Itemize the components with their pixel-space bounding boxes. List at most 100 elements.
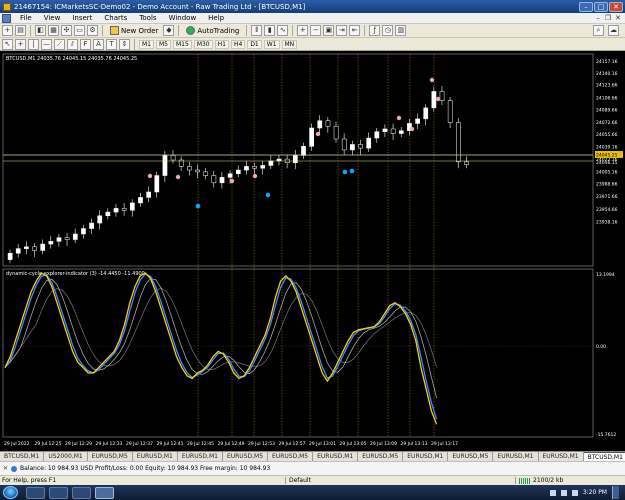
- arrows-icon[interactable]: ⇕: [119, 38, 130, 50]
- autotrading-button[interactable]: AutoTrading: [183, 26, 242, 35]
- timeframe-m15[interactable]: M15: [173, 39, 192, 49]
- tab-chart-13[interactable]: EURUSD,M1: [538, 452, 584, 461]
- text-icon[interactable]: A: [93, 38, 104, 50]
- new-order-button[interactable]: New Order: [107, 26, 161, 35]
- menu-help[interactable]: Help: [202, 14, 230, 22]
- price-tick-label: 24055.66: [596, 132, 618, 138]
- new-chart-icon[interactable]: +: [2, 25, 13, 36]
- tab-chart-2[interactable]: US2000,M1: [44, 452, 88, 461]
- chart-canvas[interactable]: 24157.16 24140.16 24123.66 24106.66 24089.66…: [0, 51, 625, 451]
- sell-signal-dot: [409, 126, 415, 132]
- close-button[interactable]: ✕: [609, 1, 623, 12]
- tab-chart-8[interactable]: EURUSD,M1: [313, 452, 359, 461]
- zoom-out-icon[interactable]: −: [310, 25, 322, 36]
- tab-chart-1[interactable]: BTCUSD,M1: [0, 452, 45, 461]
- mdi-minimize-button[interactable]: –: [594, 14, 602, 22]
- timeframe-m5[interactable]: M5: [156, 39, 171, 49]
- timeframe-m1[interactable]: M1: [139, 39, 154, 49]
- search-icon[interactable]: ⌕: [593, 25, 604, 36]
- market-watch-icon[interactable]: ◧: [35, 25, 46, 36]
- channel-icon[interactable]: ⫽: [67, 38, 78, 50]
- timeframe-w1[interactable]: W1: [263, 39, 280, 49]
- taskbar-app-browser[interactable]: [49, 486, 68, 499]
- status-bar: For Help, press F1 Default 2100/2 kb: [0, 475, 625, 485]
- navigator-icon[interactable]: ✣: [61, 25, 72, 36]
- indicators-icon[interactable]: ƒ: [369, 25, 381, 36]
- mdi-close-button[interactable]: ✕: [614, 14, 622, 22]
- menu-file[interactable]: File: [14, 14, 38, 22]
- tab-chart-7[interactable]: EURUSD,M5: [268, 452, 314, 461]
- candle-body: [121, 208, 127, 211]
- status-connection[interactable]: 2100/2 kb: [515, 477, 563, 484]
- show-desktop-button[interactable]: [612, 486, 619, 499]
- time-axis-label: 29 Jul 12:25: [35, 441, 62, 447]
- tray-network-icon[interactable]: [560, 489, 567, 496]
- menu-tools[interactable]: Tools: [133, 14, 162, 22]
- menu-insert[interactable]: Insert: [66, 14, 98, 22]
- tray-flag-icon[interactable]: [549, 489, 556, 496]
- taskbar-app-explorer[interactable]: [26, 486, 45, 499]
- tray-volume-icon[interactable]: [571, 489, 578, 496]
- chart-shift-icon[interactable]: ⇤: [349, 25, 361, 36]
- cursor-icon[interactable]: ↖: [2, 38, 13, 50]
- candle-body: [40, 243, 46, 251]
- strategy-tester-icon[interactable]: ⚙: [87, 25, 98, 36]
- fibonacci-icon[interactable]: F: [80, 38, 91, 50]
- tab-chart-4[interactable]: EURUSD,M1: [132, 452, 178, 461]
- data-window-icon[interactable]: ▦: [48, 25, 59, 36]
- candle-body: [374, 131, 380, 139]
- candle-body: [211, 175, 217, 184]
- chart-window[interactable]: 24157.16 24140.16 24123.66 24106.66 24089.66…: [0, 51, 625, 451]
- price-tick-label: 24140.16: [596, 71, 618, 77]
- zoom-in-icon[interactable]: +: [297, 25, 309, 36]
- menu-window[interactable]: Window: [163, 14, 203, 22]
- periods-icon[interactable]: ◷: [382, 25, 394, 36]
- profiles-icon[interactable]: ▤: [15, 25, 26, 36]
- horizontal-line-icon[interactable]: —: [41, 38, 52, 50]
- start-button[interactable]: [3, 486, 18, 499]
- time-axis-label: 29 Jul 12:29: [65, 441, 92, 447]
- timeframe-mn[interactable]: MN: [281, 39, 298, 49]
- minimize-button[interactable]: –: [579, 1, 593, 12]
- tab-chart-6[interactable]: EURUSD,M5: [222, 452, 269, 461]
- tile-windows-icon[interactable]: ▣: [323, 25, 335, 36]
- community-icon[interactable]: ☁: [608, 25, 619, 36]
- candle-body: [89, 222, 94, 229]
- crosshair-icon[interactable]: +: [15, 38, 26, 50]
- chart-window-icon[interactable]: [2, 13, 11, 23]
- clock[interactable]: 3:20 PM: [583, 489, 607, 496]
- terminal-close-icon[interactable]: ✕: [3, 465, 8, 472]
- tab-chart-3[interactable]: EURUSD,M5: [87, 452, 133, 461]
- tab-chart-9[interactable]: EURUSD,M5: [358, 452, 404, 461]
- sell-signal-dot: [175, 174, 181, 180]
- trendline-icon[interactable]: ⟋: [54, 38, 65, 50]
- tab-chart-14[interactable]: BTCUSD,M1: [583, 452, 625, 461]
- auto-scroll-icon[interactable]: ⇥: [336, 25, 348, 36]
- tab-chart-5[interactable]: EURUSD,M1: [177, 452, 223, 461]
- templates-icon[interactable]: ▥: [395, 25, 407, 36]
- candle-body: [48, 241, 54, 245]
- price-tick-label: 24039.16: [596, 144, 618, 150]
- taskbar-app-terminal[interactable]: [72, 486, 91, 499]
- timeframe-h1[interactable]: H1: [214, 39, 229, 49]
- time-axis: 29 Jul 2022 29 Jul 12:25 29 Jul 12:29 29 Ju…: [4, 441, 458, 447]
- tab-chart-10[interactable]: EURUSD,M1: [403, 452, 449, 461]
- timeframe-m30[interactable]: M30: [193, 39, 213, 49]
- candle-body: [252, 166, 257, 169]
- label-icon[interactable]: T: [106, 38, 117, 50]
- mdi-restore-button[interactable]: ❐: [604, 14, 612, 22]
- vertical-line-icon[interactable]: |: [28, 38, 39, 50]
- line-chart-icon[interactable]: ∿: [277, 25, 289, 36]
- menu-view[interactable]: View: [38, 14, 67, 22]
- menu-charts[interactable]: Charts: [98, 14, 133, 22]
- tab-chart-11[interactable]: EURUSD,M5: [448, 452, 494, 461]
- tab-chart-12[interactable]: EURUSD,M1: [493, 452, 539, 461]
- bar-chart-icon[interactable]: ⫴: [251, 25, 263, 36]
- meta-editor-icon[interactable]: ◆: [163, 25, 175, 36]
- taskbar-app-mt4[interactable]: [95, 486, 114, 499]
- terminal-icon[interactable]: ▭: [74, 25, 85, 36]
- candlestick-icon[interactable]: ▮: [264, 25, 276, 36]
- timeframe-d1[interactable]: D1: [247, 39, 262, 49]
- timeframe-h4[interactable]: H4: [230, 39, 246, 49]
- maximize-button[interactable]: □: [594, 1, 608, 12]
